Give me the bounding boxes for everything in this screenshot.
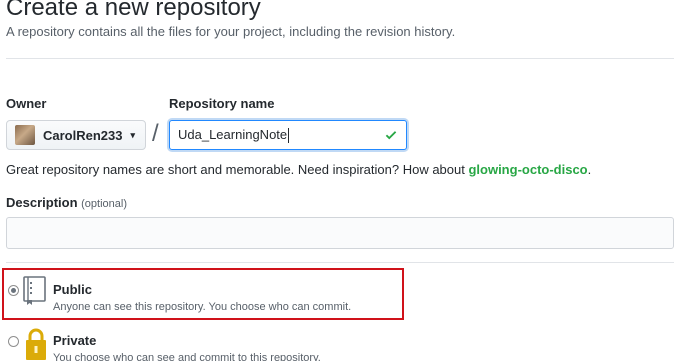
- private-title: Private: [53, 333, 97, 348]
- description-input[interactable]: [6, 217, 674, 249]
- repo-name-hint: Great repository names are short and mem…: [6, 162, 591, 177]
- create-repository-page: Create a new repository A repository con…: [0, 0, 682, 361]
- hint-period: .: [587, 162, 592, 177]
- public-radio[interactable]: [8, 285, 19, 296]
- public-title: Public: [53, 282, 93, 297]
- lock-icon: [26, 328, 46, 360]
- private-radio[interactable]: [8, 336, 19, 347]
- check-icon: [385, 131, 397, 140]
- header-divider: [6, 58, 674, 59]
- repo-name-label: Repository name: [169, 96, 275, 111]
- chevron-down-icon: ▾: [130, 129, 136, 140]
- owner-name: CarolRen233: [43, 127, 123, 143]
- public-description: Anyone can see this repository. You choo…: [53, 301, 352, 313]
- repo-name-input[interactable]: Uda_LearningNote: [169, 120, 407, 150]
- text-cursor: [288, 128, 290, 144]
- page-subtitle: A repository contains all the files for …: [6, 24, 456, 39]
- description-label-text: Description: [6, 195, 78, 210]
- repo-icon: [23, 276, 46, 305]
- owner-dropdown[interactable]: CarolRen233 ▾: [6, 120, 146, 150]
- optional-tag: (optional): [81, 198, 127, 210]
- owner-repo-separator: /: [152, 120, 159, 147]
- description-label: Description (optional): [6, 195, 127, 210]
- avatar: [15, 125, 35, 145]
- page-title: Create a new repository: [6, 0, 261, 21]
- repo-name-value: Uda_LearningNote: [178, 126, 288, 142]
- hint-text: Great repository names are short and mem…: [6, 162, 469, 177]
- owner-label: Owner: [6, 96, 47, 111]
- private-description: You choose who can see and commit to thi…: [53, 352, 321, 361]
- form-divider: [6, 262, 674, 263]
- name-suggestion-link[interactable]: glowing-octo-disco: [468, 162, 587, 177]
